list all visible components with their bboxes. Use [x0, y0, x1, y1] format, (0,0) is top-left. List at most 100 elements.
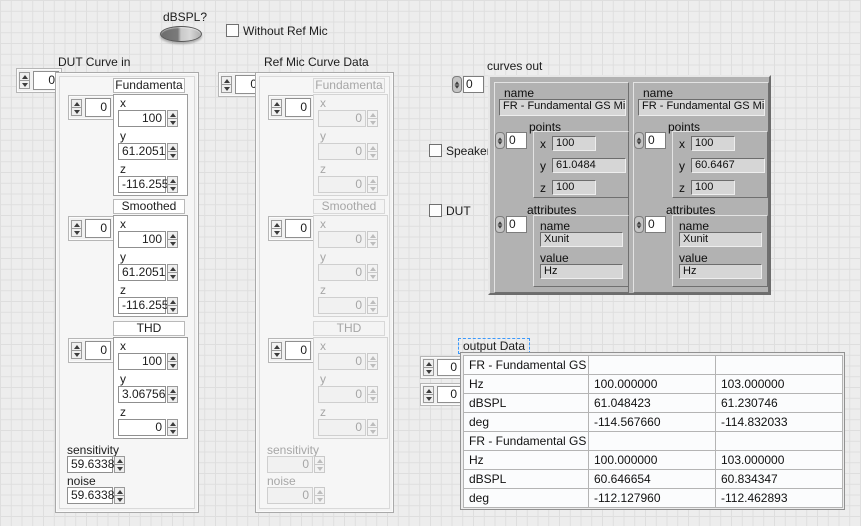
dut-thd-index[interactable]: 0: [68, 338, 114, 363]
section-header: Fundamenta: [313, 78, 385, 93]
table-row: FR - Fundamental GS Mic1: [464, 356, 843, 375]
ref-smoothed-index[interactable]: 0: [268, 216, 314, 241]
x-field[interactable]: 100: [118, 231, 178, 248]
decrement-arrow-icon[interactable]: [271, 228, 282, 237]
decrement-arrow-icon: [367, 184, 378, 193]
ref-thd-index[interactable]: 0: [268, 338, 314, 363]
decrement-arrow-icon[interactable]: [167, 151, 178, 160]
index-value[interactable]: 0: [285, 219, 311, 238]
index-value[interactable]: 0: [645, 132, 666, 149]
decrement-arrow-icon[interactable]: [167, 427, 178, 436]
y-field[interactable]: 3.06756: [118, 386, 178, 403]
name-label: name: [643, 87, 673, 99]
output-data-table: FR - Fundamental GS Mic1 Hz100.000000103…: [460, 352, 845, 510]
output-col-index[interactable]: 0: [420, 383, 464, 406]
labview-front-panel: { "colors": { "selection_blue": "#3B99FC…: [0, 0, 861, 526]
decrement-arrow-icon[interactable]: [71, 107, 82, 116]
sensitivity-label: sensitivity: [67, 444, 119, 456]
index-value[interactable]: 0: [645, 216, 666, 233]
attributes-index[interactable]: 0: [634, 216, 666, 233]
index-scroll-arrows-icon[interactable]: [634, 132, 644, 149]
decrement-arrow-icon[interactable]: [271, 350, 282, 359]
points-index[interactable]: 0: [634, 132, 666, 149]
dut-smoothed-index[interactable]: 0: [68, 216, 114, 241]
sensitivity-field[interactable]: 59.6338: [67, 456, 125, 473]
table-row: FR - Fundamental GS Mic2: [464, 432, 843, 451]
decrement-arrow-icon[interactable]: [423, 367, 434, 376]
speaker-checkbox[interactable]: [429, 144, 442, 157]
curves-out-array-index[interactable]: 0: [452, 76, 484, 93]
y-field[interactable]: 61.2051: [118, 264, 178, 281]
y-label: y: [120, 130, 126, 142]
index-value[interactable]: 0: [437, 386, 461, 403]
y-field: 0: [318, 143, 378, 160]
index-value[interactable]: 0: [285, 341, 311, 360]
decrement-arrow-icon[interactable]: [114, 495, 125, 504]
xyz-panel: x 100 y 3.06756 z 0: [113, 337, 188, 439]
dut-label: DUT: [446, 205, 471, 218]
curve-cluster-mic1: name FR - Fundamental GS Mic1 points 0 x…: [494, 82, 629, 293]
decrement-arrow-icon[interactable]: [221, 84, 232, 93]
z-label: z: [120, 284, 126, 296]
index-value[interactable]: 0: [506, 216, 527, 233]
decrement-arrow-icon[interactable]: [19, 80, 30, 89]
index-scroll-arrows-icon[interactable]: [634, 216, 644, 233]
section-header: Fundamenta: [113, 78, 185, 93]
decrement-arrow-icon[interactable]: [167, 239, 178, 248]
index-value[interactable]: 0: [85, 98, 111, 117]
speaker-label: Speaker: [446, 145, 491, 158]
dut-section-fundamental: Fundamenta 0 x 100 y 61.2051: [56, 78, 198, 197]
section-header: THD: [113, 321, 185, 336]
index-value[interactable]: 0: [506, 132, 527, 149]
decrement-arrow-icon[interactable]: [167, 184, 178, 193]
z-field[interactable]: 0: [118, 419, 178, 436]
decrement-arrow-icon[interactable]: [271, 107, 282, 116]
without-ref-mic-checkbox[interactable]: [226, 24, 239, 37]
table-row: dBSPL61.04842361.230746: [464, 394, 843, 413]
decrement-arrow-icon[interactable]: [167, 118, 178, 127]
z-label: z: [679, 182, 685, 194]
x-label: x: [120, 97, 126, 109]
section-header: Smoothed: [113, 199, 185, 214]
output-row-index[interactable]: 0: [420, 356, 464, 379]
attributes-index[interactable]: 0: [495, 216, 527, 233]
index-value[interactable]: 0: [437, 359, 461, 376]
dut-fundamental-index[interactable]: 0: [68, 95, 114, 120]
index-scroll-arrows-icon[interactable]: [452, 76, 462, 93]
index-value[interactable]: 0: [85, 341, 111, 360]
xyz-panel: x 0 y 0 z 0: [313, 94, 388, 196]
points-index[interactable]: 0: [495, 132, 527, 149]
ref-section-smoothed: Smoothed 0 x 0 y 0: [256, 199, 393, 318]
y-label: y: [679, 160, 685, 172]
z-field: 0: [318, 419, 378, 436]
decrement-arrow-icon[interactable]: [114, 464, 125, 473]
index-scroll-arrows-icon[interactable]: [495, 132, 505, 149]
without-ref-mic-label: Without Ref Mic: [243, 25, 328, 38]
decrement-arrow-icon[interactable]: [71, 228, 82, 237]
y-field[interactable]: 61.2051: [118, 143, 178, 160]
dbspl-toggle-label: dBSPL?: [163, 11, 207, 24]
dut-checkbox[interactable]: [429, 204, 442, 217]
decrement-arrow-icon[interactable]: [423, 394, 434, 403]
attr-name-value: Xunit: [540, 232, 623, 247]
x-field[interactable]: 100: [118, 353, 178, 370]
decrement-arrow-icon[interactable]: [167, 361, 178, 370]
z-field[interactable]: -116.255: [118, 297, 178, 314]
decrement-arrow-icon[interactable]: [71, 350, 82, 359]
dbspl-toggle-switch[interactable]: [160, 26, 202, 42]
decrement-arrow-icon[interactable]: [167, 394, 178, 403]
x-label: x: [120, 340, 126, 352]
ref-fundamental-index[interactable]: 0: [268, 95, 314, 120]
noise-field[interactable]: 59.6338: [67, 487, 125, 504]
decrement-arrow-icon: [367, 151, 378, 160]
index-value[interactable]: 0: [285, 98, 311, 117]
x-label: x: [320, 340, 326, 352]
z-label: z: [320, 406, 326, 418]
decrement-arrow-icon[interactable]: [167, 272, 178, 281]
x-field[interactable]: 100: [118, 110, 178, 127]
z-field[interactable]: -116.255: [118, 176, 178, 193]
decrement-arrow-icon[interactable]: [167, 305, 178, 314]
index-value[interactable]: 0: [463, 76, 484, 93]
index-scroll-arrows-icon[interactable]: [495, 216, 505, 233]
index-value[interactable]: 0: [85, 219, 111, 238]
